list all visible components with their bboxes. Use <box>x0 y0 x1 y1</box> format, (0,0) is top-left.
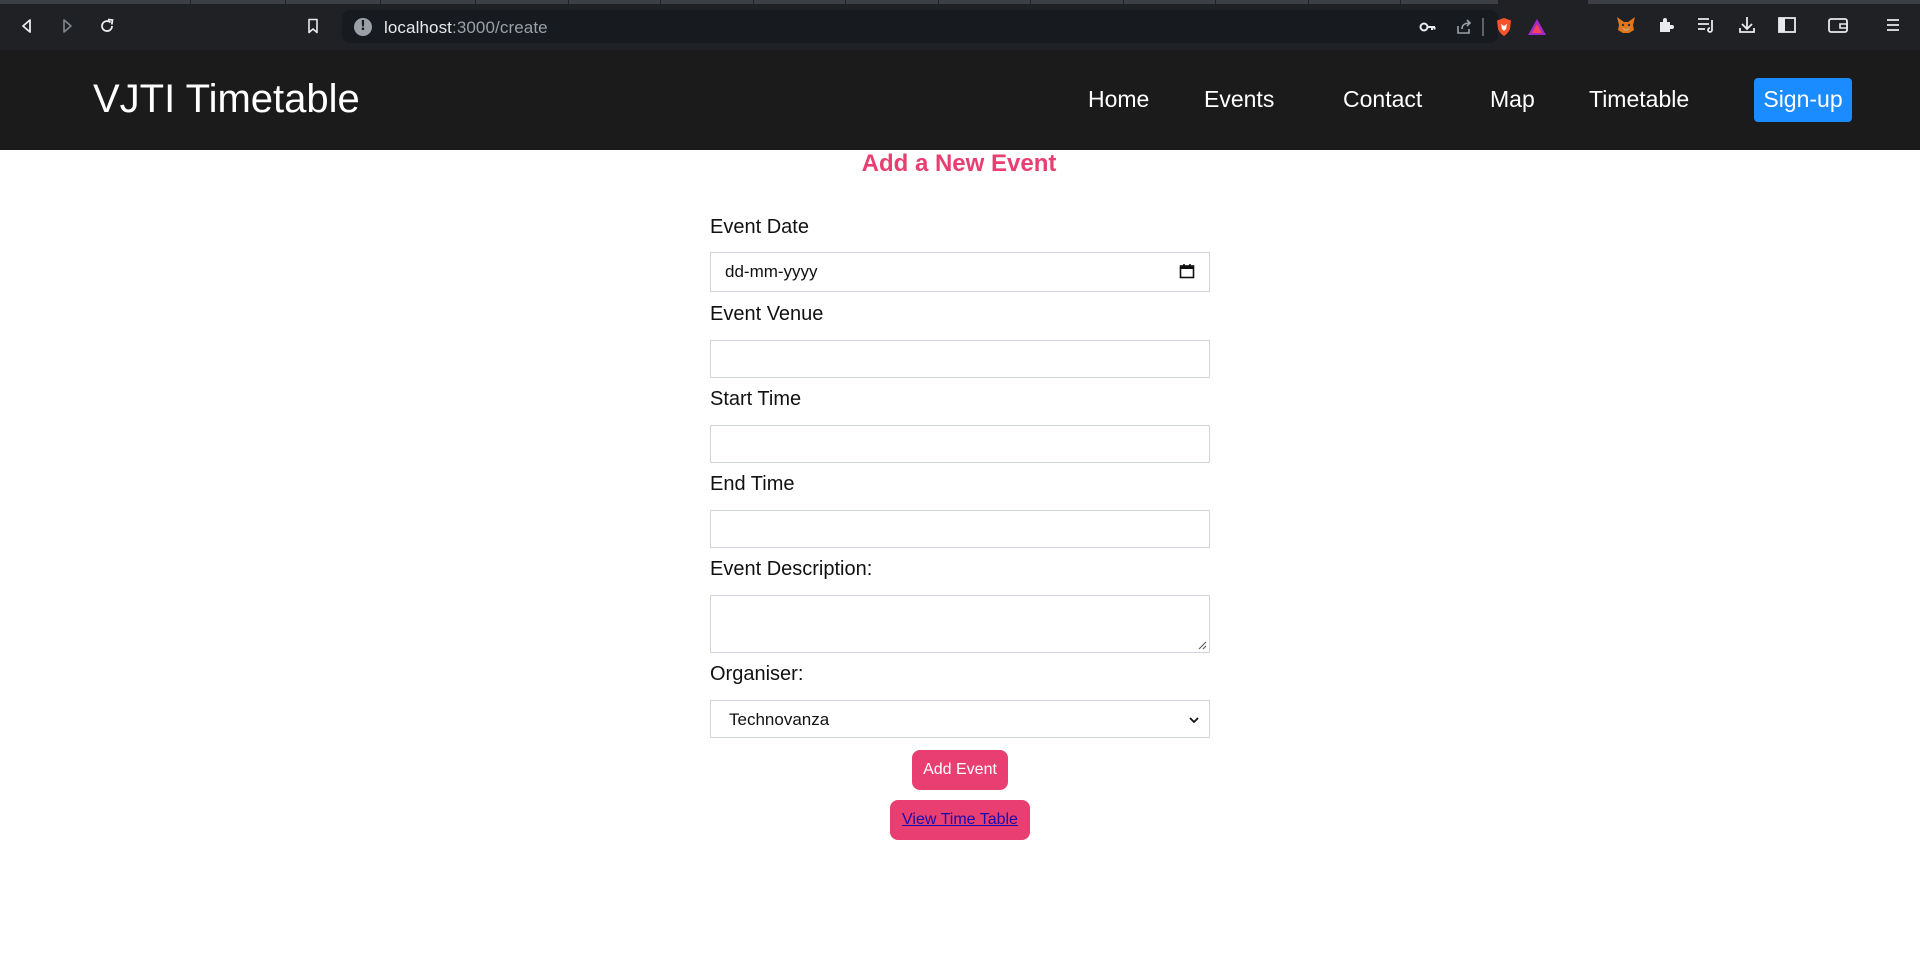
extensions-icon[interactable] <box>1655 14 1677 36</box>
calendar-icon[interactable] <box>1179 263 1195 279</box>
omnibox-divider <box>1482 18 1484 36</box>
site-info-icon[interactable]: ! <box>354 18 372 36</box>
event-description-textarea[interactable] <box>710 595 1210 653</box>
brave-shield-icon[interactable] <box>1494 17 1514 37</box>
sidebar-icon[interactable] <box>1776 14 1798 36</box>
url-path: :3000/create <box>452 18 548 37</box>
nav-link-timetable[interactable]: Timetable <box>1589 86 1689 113</box>
organiser-select[interactable]: Technovanza <box>710 700 1210 738</box>
event-description-label: Event Description: <box>710 558 873 580</box>
playlist-icon[interactable] <box>1695 14 1717 36</box>
url-host: localhost <box>384 18 452 37</box>
event-venue-label: Event Venue <box>710 303 824 325</box>
brave-rewards-icon[interactable] <box>1527 17 1547 37</box>
page-title-text: Add a New Event <box>861 150 1057 177</box>
share-icon[interactable] <box>1454 17 1474 37</box>
start-time-label: Start Time <box>710 388 802 410</box>
signup-button[interactable]: Sign-up <box>1754 78 1852 122</box>
end-time-label: End Time <box>710 473 795 495</box>
menu-icon[interactable] <box>1882 14 1904 36</box>
page-title: Add a New Event <box>0 150 1920 178</box>
nav-link-events[interactable]: Events <box>1204 86 1274 113</box>
view-timetable-link[interactable]: View Time Table <box>902 811 1018 828</box>
site-brand[interactable]: VJTI Timetable <box>93 77 360 122</box>
nav-link-map[interactable]: Map <box>1490 86 1535 113</box>
site-navbar: VJTI Timetable Home Events Contact Map T… <box>0 50 1920 150</box>
resize-grip-icon[interactable] <box>1197 640 1207 650</box>
download-icon[interactable] <box>1736 14 1758 36</box>
event-date-label: Event Date <box>710 216 809 238</box>
back-icon[interactable] <box>12 12 42 40</box>
event-venue-input[interactable] <box>710 340 1210 378</box>
view-timetable-button[interactable]: View Time Table <box>890 800 1030 840</box>
reload-icon[interactable] <box>92 12 122 40</box>
wallet-icon[interactable] <box>1827 14 1849 36</box>
end-time-input[interactable] <box>710 510 1210 548</box>
chevron-down-icon <box>1189 717 1199 724</box>
metamask-fox-icon[interactable] <box>1615 14 1637 36</box>
add-event-button[interactable]: Add Event <box>912 750 1008 790</box>
organiser-selected-value: Technovanza <box>729 710 830 729</box>
browser-toolbar: ! localhost:3000/create <box>0 0 1920 50</box>
address-bar[interactable]: ! localhost:3000/create <box>342 10 1546 43</box>
event-date-placeholder: dd-mm-yyyy <box>725 262 818 281</box>
nav-link-contact[interactable]: Contact <box>1343 86 1422 113</box>
organiser-label: Organiser: <box>710 663 804 685</box>
start-time-input[interactable] <box>710 425 1210 463</box>
event-date-input[interactable]: dd-mm-yyyy <box>710 252 1210 292</box>
nav-link-home[interactable]: Home <box>1088 86 1149 113</box>
key-icon[interactable] <box>1418 17 1438 37</box>
bookmark-icon[interactable] <box>298 12 328 40</box>
tab-strip <box>0 0 1920 4</box>
forward-icon[interactable] <box>52 12 82 40</box>
url-text: localhost:3000/create <box>384 18 548 38</box>
